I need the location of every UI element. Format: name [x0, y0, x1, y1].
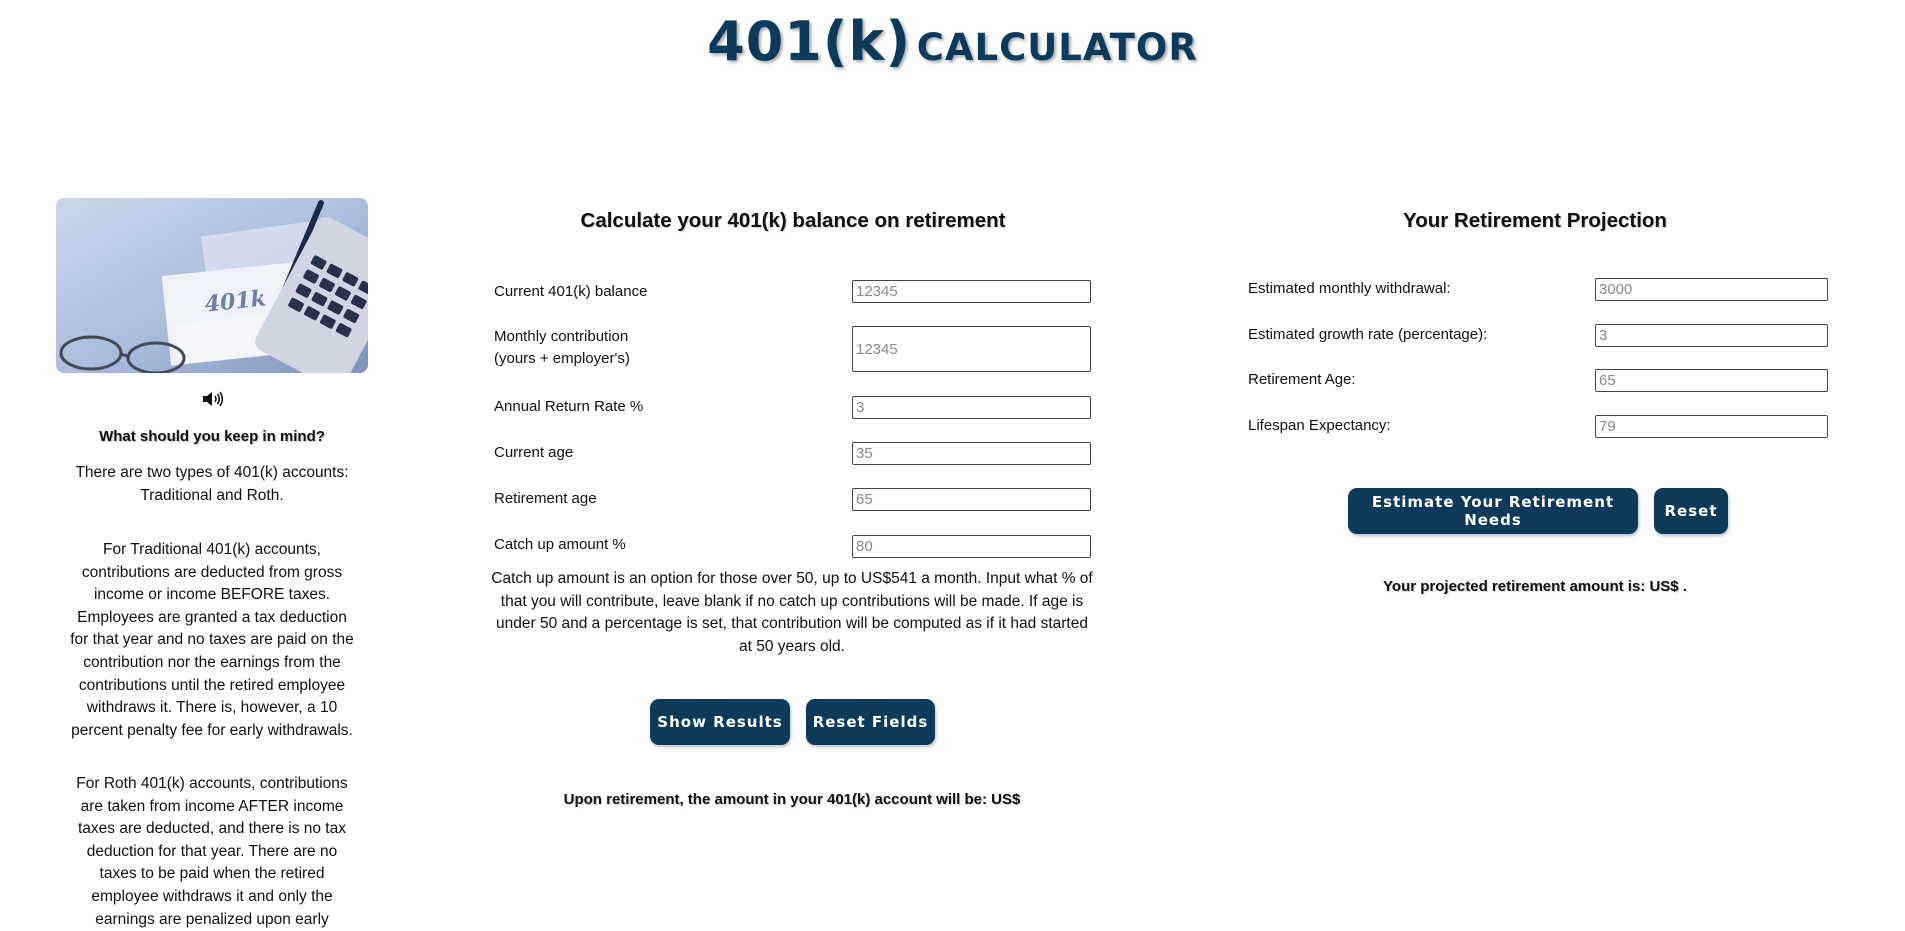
projection-reset-button[interactable]: Reset	[1654, 488, 1728, 534]
current-balance-label: Current 401(k) balance	[494, 283, 648, 300]
monthly-contribution-input[interactable]	[852, 326, 1091, 372]
traditional-401k-text: For Traditional 401(k) accounts, contrib…	[70, 541, 354, 739]
accounts-intro-text: There are two types of 401(k) accounts: …	[75, 464, 349, 504]
keep-in-mind-heading: What should you keep in mind?	[99, 428, 325, 445]
current-age-input[interactable]	[852, 442, 1091, 465]
monthly-withdrawal-input[interactable]	[1595, 278, 1828, 301]
title-main: 401(k)	[707, 10, 912, 73]
calculator-heading: Calculate your 401(k) balance on retirem…	[580, 209, 1006, 232]
roth-401k-text: For Roth 401(k) accounts, contributions …	[76, 775, 348, 928]
calculator-photo: 401k	[56, 198, 368, 373]
catch-up-amount-label: Catch up amount %	[494, 536, 626, 553]
monthly-withdrawal-label: Estimated monthly withdrawal:	[1248, 280, 1451, 297]
monthly-contribution-label: Monthly contribution (yours + employer's…	[494, 326, 630, 370]
lifespan-expectancy-label: Lifespan Expectancy:	[1248, 417, 1391, 434]
monthly-contribution-label-line2: (yours + employer's)	[494, 350, 630, 367]
catch-up-amount-input[interactable]	[852, 535, 1091, 558]
growth-rate-label: Estimated growth rate (percentage):	[1248, 326, 1488, 343]
retirement-age-input[interactable]	[852, 488, 1091, 511]
catch-up-note: Catch up amount is an option for those o…	[491, 570, 1093, 655]
projected-retirement-result: Your projected retirement amount is: US$…	[1383, 578, 1687, 595]
projection-retirement-age-input[interactable]	[1595, 369, 1828, 392]
projection-retirement-age-label: Retirement Age:	[1248, 371, 1356, 388]
page-title: 401(k) CALCULATOR	[0, 10, 1905, 73]
growth-rate-input[interactable]	[1595, 324, 1828, 347]
title-sub: CALCULATOR	[916, 26, 1198, 69]
lifespan-expectancy-input[interactable]	[1595, 415, 1828, 438]
projection-heading: Your Retirement Projection	[1403, 209, 1667, 232]
estimate-retirement-needs-button[interactable]: Estimate Your Retirement Needs	[1348, 488, 1638, 534]
annual-return-rate-input[interactable]	[852, 396, 1091, 419]
annual-return-rate-label: Annual Return Rate %	[494, 398, 644, 415]
speaker-icon[interactable]	[202, 390, 224, 408]
show-results-button[interactable]: Show Results	[650, 699, 790, 745]
reset-fields-button[interactable]: Reset Fields	[806, 699, 935, 745]
monthly-contribution-label-line1: Monthly contribution	[494, 328, 629, 345]
retirement-balance-result: Upon retirement, the amount in your 401(…	[563, 791, 1021, 808]
retirement-age-label: Retirement age	[494, 490, 597, 507]
current-balance-input[interactable]	[852, 280, 1091, 303]
current-age-label: Current age	[494, 444, 574, 461]
